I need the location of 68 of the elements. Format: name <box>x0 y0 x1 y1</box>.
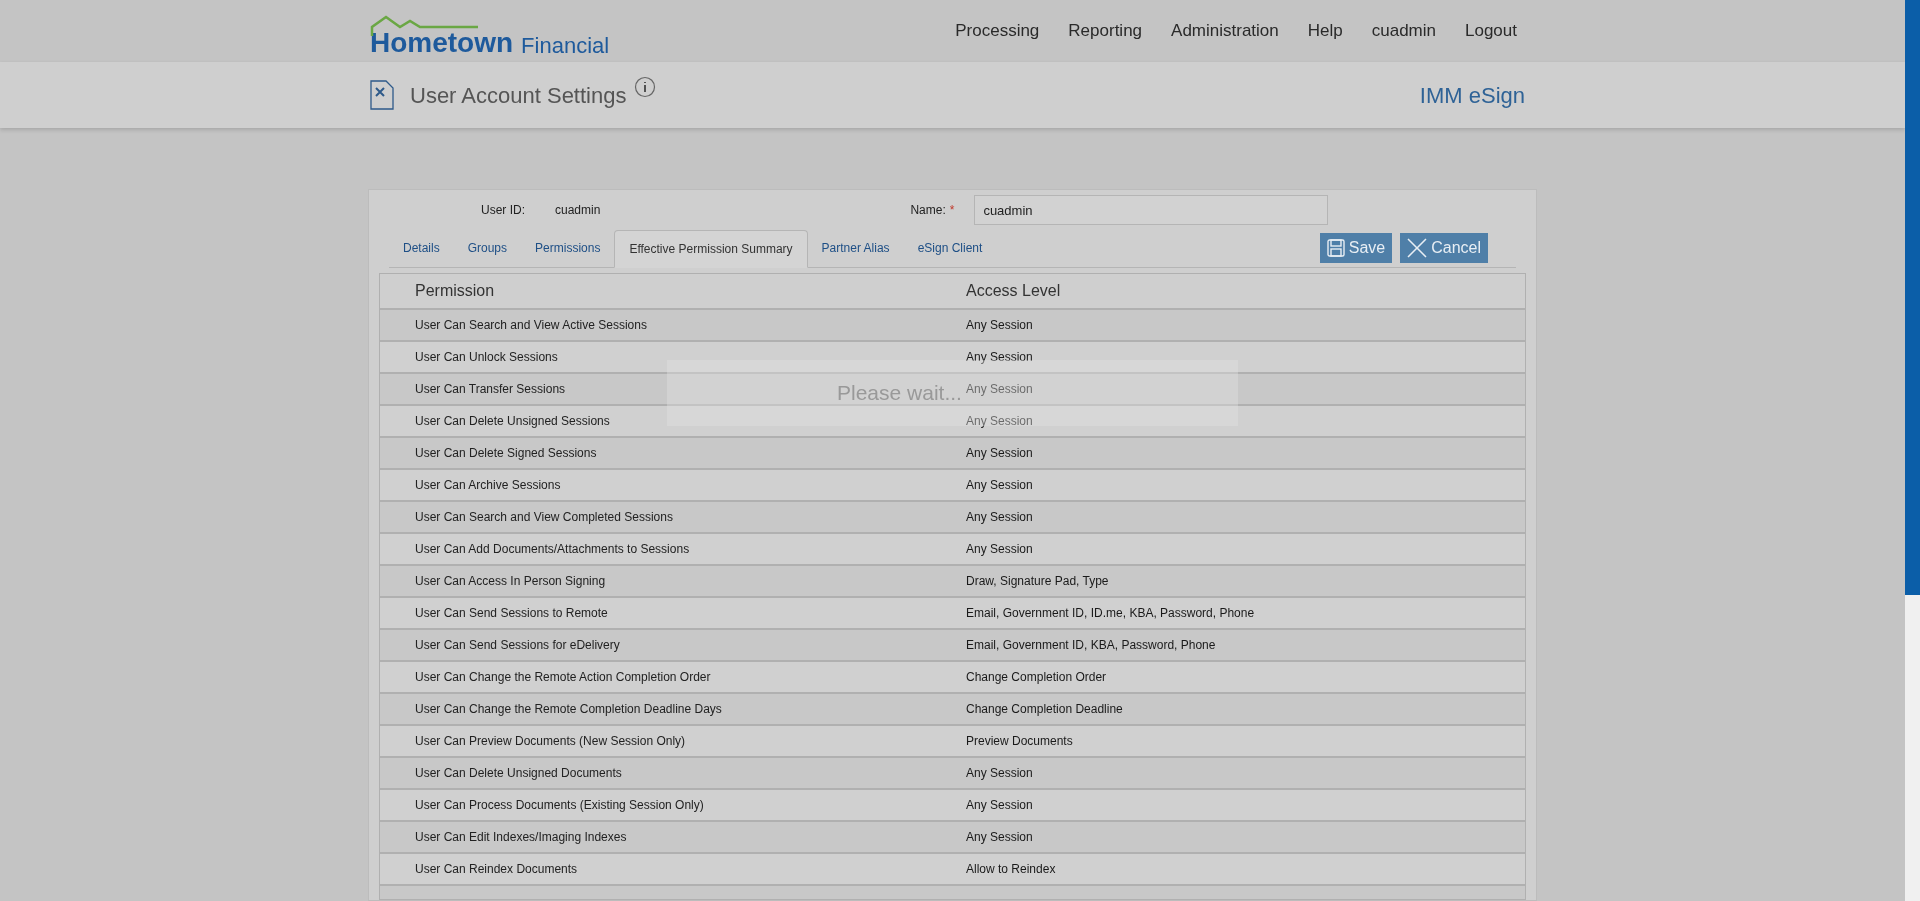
table-cell: User Can Send Sessions to Remote <box>415 606 608 620</box>
table-cell-text: Any Session <box>966 317 1033 334</box>
page-title: User Account Settings <box>410 81 627 110</box>
tab[interactable]: Details <box>389 229 454 267</box>
brand-name: Hometown <box>370 29 514 57</box>
nav-link[interactable]: Help <box>1307 18 1343 44</box>
table-cell-text: Any Session <box>966 829 1033 846</box>
table-cell: User Can Transfer Sessions <box>415 382 566 396</box>
table-cell: User Can Edit Indexes/Imaging Indexes <box>415 830 627 844</box>
document-settings-icon <box>370 80 394 110</box>
table-cell: User Can Unlock Sessions <box>415 350 558 364</box>
field-label: User ID: <box>481 202 525 219</box>
save-button[interactable]: Save <box>1319 233 1393 263</box>
table-cell: User Can Archive Sessions <box>415 478 561 492</box>
table-cell-text: Any Session <box>966 765 1033 782</box>
table-cell-text: Change Completion Deadline <box>966 701 1123 718</box>
table-cell-text: Any Session <box>966 413 1033 430</box>
table-cell-text: Any Session <box>966 509 1033 526</box>
nav-link[interactable]: Reporting <box>1068 18 1143 44</box>
table-cell-text: Email, Government ID, KBA, Password, Phone <box>966 637 1216 654</box>
table-cell-text: Any Session <box>966 381 1033 398</box>
table-cell: User Can Reindex Documents <box>415 862 578 876</box>
table-cell-text: Preview Documents <box>966 733 1073 750</box>
table-cell-text: Allow to Reindex <box>966 861 1056 878</box>
table-cell-text: Any Session <box>966 445 1033 462</box>
table-cell-text: Any Session <box>966 349 1033 366</box>
table-cell: User Can Search and View Active Sessions <box>415 318 647 332</box>
product-name: IMM eSign <box>1419 81 1525 110</box>
user-id-value: cuadmin <box>555 202 601 219</box>
table-cell: User Can Send Sessions for eDelivery <box>415 638 620 652</box>
field-label: Name: <box>910 202 946 219</box>
logo[interactable]: Hometown Financial <box>370 5 610 57</box>
nav-link[interactable]: Administration <box>1171 18 1279 44</box>
save-icon <box>1326 239 1345 257</box>
tab[interactable]: Permissions <box>521 229 615 267</box>
table-cell-text: Draw, Signature Pad, Type <box>966 573 1109 590</box>
scrollbar[interactable] <box>1905 0 1920 901</box>
nav-link[interactable]: Logout <box>1465 18 1517 44</box>
table-cell: User Can Access In Person Signing <box>415 574 606 588</box>
table-cell: User Can Delete Unsigned Documents <box>415 766 622 780</box>
table-cell-text: Change Completion Order <box>966 669 1107 686</box>
tab[interactable]: Groups <box>453 229 522 267</box>
nav-link[interactable]: cuadmin <box>1371 18 1436 44</box>
info-icon[interactable] <box>634 76 657 98</box>
loading-message: Please wait... <box>837 380 962 407</box>
cancel-button[interactable]: Cancel <box>1400 233 1488 263</box>
brand-subtitle: Financial <box>521 35 610 57</box>
table-cell: User Can Delete Unsigned Sessions <box>415 414 610 428</box>
tab[interactable]: Partner Alias <box>807 229 904 267</box>
table-cell-text: Any Session <box>966 797 1033 814</box>
table-cell: User Can Delete Signed Sessions <box>415 446 597 460</box>
table-cell: User Can Change the Remote Action Completion Order <box>415 670 711 684</box>
table-cell-text: Email, Government ID, ID.me, KBA, Password, Phone <box>966 605 1255 622</box>
nav-link[interactable]: Processing <box>955 18 1040 44</box>
table-cell: User Can Change the Remote Completion Deadline Days <box>415 702 722 716</box>
name-field[interactable]: cuadmin <box>974 195 1329 225</box>
required-mark: * <box>949 202 955 219</box>
tab[interactable]: Effective Permission Summary <box>614 230 808 268</box>
table-cell: User Can Add Documents/Attachments to Sessions <box>415 542 690 556</box>
table-cell: User Can Process Documents (Existing Session Only) <box>415 798 704 812</box>
table-cell: User Can Preview Documents (New Session Only) <box>415 734 686 748</box>
table-cell-text: Any Session <box>966 477 1033 494</box>
table-cell: User Can Search and View Completed Sessions <box>415 510 673 524</box>
column-header: Access Level <box>966 281 1061 301</box>
table-cell-text: Any Session <box>966 541 1033 558</box>
close-icon <box>1407 238 1428 258</box>
column-header: Permission <box>414 281 496 301</box>
tab[interactable]: eSign Client <box>903 229 997 267</box>
